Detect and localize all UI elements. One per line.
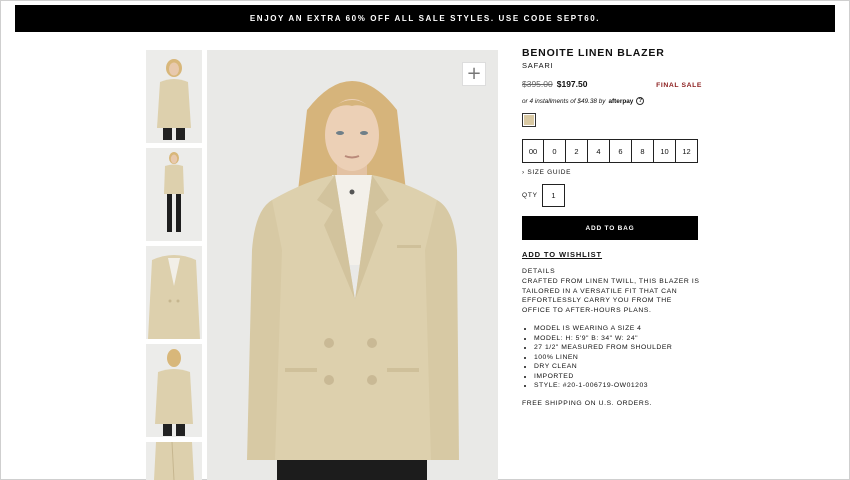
afterpay-text: or 4 installments of $49.38 by: [522, 97, 606, 105]
details-heading: DETAILS: [522, 268, 556, 275]
product-info-panel: BENOITE LINEN BLAZER SAFARI $395.00 $197…: [522, 47, 702, 407]
zoom-plus-icon[interactable]: +: [462, 62, 486, 86]
promo-banner[interactable]: ENJOY AN EXTRA 60% OFF ALL SALE STYLES. …: [15, 5, 835, 32]
shipping-note: FREE SHIPPING ON U.S. ORDERS.: [522, 399, 652, 407]
thumbnail-2[interactable]: [146, 148, 202, 241]
size-guide-link[interactable]: › SIZE GUIDE: [522, 169, 702, 176]
afterpay-logo: afterpay: [608, 97, 634, 105]
list-item: DRY CLEAN: [534, 362, 702, 372]
help-icon[interactable]: ?: [636, 97, 645, 105]
original-price: $395.00: [522, 79, 553, 89]
product-title: BENOITE LINEN BLAZER: [522, 47, 665, 59]
afterpay-info: or 4 installments of $49.38 by afterpay …: [522, 97, 702, 105]
size-option[interactable]: 0: [544, 139, 566, 163]
add-to-bag-button[interactable]: ADD TO BAG: [522, 216, 698, 240]
size-option[interactable]: 8: [632, 139, 654, 163]
size-option[interactable]: 00: [522, 139, 544, 163]
add-to-wishlist-link[interactable]: ADD TO WISHLIST: [522, 250, 702, 259]
sale-price: $197.50: [556, 79, 588, 89]
quantity-input[interactable]: 1: [542, 184, 565, 207]
list-item: IMPORTED: [534, 372, 702, 382]
list-item: 100% LINEN: [534, 353, 702, 363]
color-swatch[interactable]: [522, 113, 536, 127]
details-description: CRAFTED FROM LINEN TWILL, THIS BLAZER IS…: [522, 278, 700, 314]
model-illustration: [207, 50, 498, 480]
thumbnail-1[interactable]: [146, 50, 202, 143]
product-color-name: SAFARI: [522, 61, 554, 70]
size-option[interactable]: 10: [654, 139, 676, 163]
list-item: MODEL: H: 5'9" B: 34" W: 24": [534, 334, 702, 344]
list-item: MODEL IS WEARING A SIZE 4: [534, 324, 702, 334]
details-bullets: MODEL IS WEARING A SIZE 4 MODEL: H: 5'9"…: [522, 324, 702, 391]
size-option[interactable]: 2: [566, 139, 588, 163]
thumbnail-3[interactable]: [146, 246, 202, 339]
size-selector: 00 0 2 4 6 8 10 12: [522, 139, 702, 163]
thumbnail-4[interactable]: [146, 344, 202, 437]
size-option[interactable]: 4: [588, 139, 610, 163]
final-sale-badge: FINAL SALE: [656, 82, 702, 89]
thumbnail-5[interactable]: [146, 442, 202, 480]
main-product-image[interactable]: +: [207, 50, 498, 480]
quantity-row: QTY 1: [522, 184, 702, 207]
size-option[interactable]: 6: [610, 139, 632, 163]
list-item: 27 1/2" MEASURED FROM SHOULDER: [534, 343, 702, 353]
qty-label: QTY: [522, 192, 538, 199]
price-row: $395.00 $197.50 FINAL SALE: [522, 79, 702, 89]
swatch-fill: [524, 115, 534, 125]
list-item: STYLE: #20-1-006719-OW01203: [534, 381, 702, 391]
size-option[interactable]: 12: [676, 139, 698, 163]
